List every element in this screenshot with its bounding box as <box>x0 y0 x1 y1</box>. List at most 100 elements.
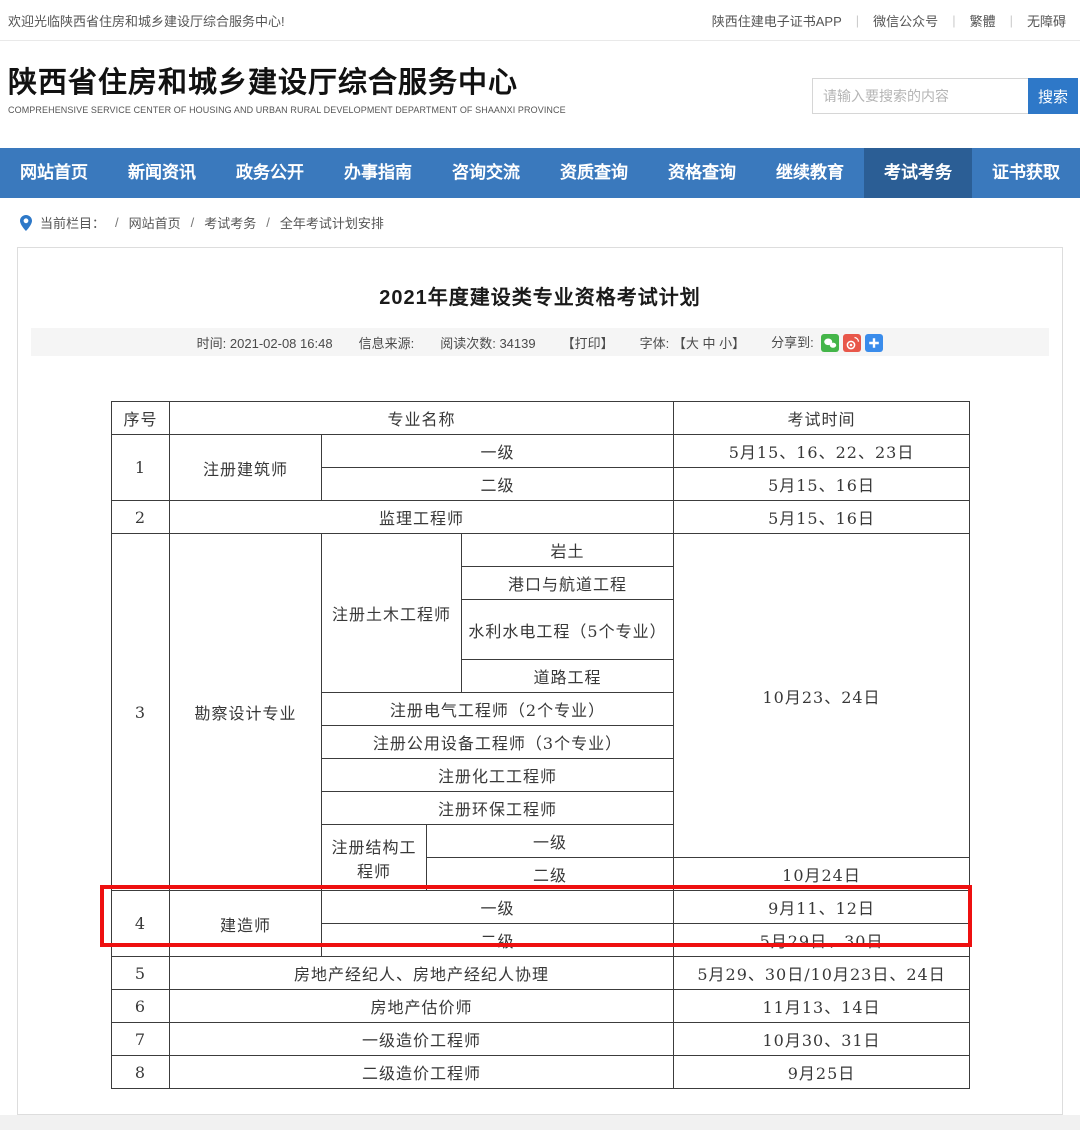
nav-item-news[interactable]: 新闻资讯 <box>108 148 216 198</box>
nav-item-home[interactable]: 网站首页 <box>0 148 108 198</box>
nav-item-service-guide[interactable]: 办事指南 <box>324 148 432 198</box>
cell-r5-no: 5 <box>112 957 170 990</box>
cell-utility-engineer: 注册公用设备工程师（3个专业） <box>322 726 674 759</box>
page-title: 2021年度建设类专业资格考试计划 <box>18 248 1062 310</box>
cell-structural-level1: 一级 <box>427 825 674 858</box>
cell-civil-sub-port: 港口与航道工程 <box>462 567 674 600</box>
content-panel: 2021年度建设类专业资格考试计划 时间: 2021-02-08 16:48 信… <box>17 247 1063 1115</box>
header-cell-major: 专业名称 <box>170 402 674 435</box>
divider: | <box>1010 13 1013 28</box>
search-box: 搜索 <box>812 78 1078 114</box>
site-title: 陕西省住房和城乡建设厅综合服务中心 <box>8 59 566 101</box>
cell-r1-no: 1 <box>112 435 170 501</box>
table-row: 3 勘察设计专业 注册土木工程师 岩土 10月23、24日 <box>112 534 970 567</box>
share-icons <box>817 334 883 352</box>
print-button[interactable]: 【打印】 <box>562 333 614 352</box>
cell-r7-name: 一级造价工程师 <box>170 1023 674 1056</box>
nav-item-consultation[interactable]: 咨询交流 <box>432 148 540 198</box>
table-row: 1 注册建筑师 一级 5月15、16、22、23日 <box>112 435 970 468</box>
nav-item-gov-affairs[interactable]: 政务公开 <box>216 148 324 198</box>
cell-r1-time1: 5月15、16、22、23日 <box>674 435 970 468</box>
cell-r4-name: 建造师 <box>170 891 322 957</box>
meta-views: 阅读次数: 34139 <box>440 333 535 352</box>
meta-source-label: 信息来源: <box>359 333 415 352</box>
cell-r5-time: 5月29、30日/10月23日、24日 <box>674 957 970 990</box>
table-row: 8 二级造价工程师 9月25日 <box>112 1056 970 1089</box>
breadcrumb-separator: / <box>266 215 270 230</box>
table-row-highlighted: 4 建造师 一级 9月11、12日 <box>112 891 970 924</box>
meta-time-value: 2021-02-08 16:48 <box>230 336 333 351</box>
wechat-icon[interactable] <box>821 334 839 352</box>
exam-schedule-table: 序号 专业名称 考试时间 1 注册建筑师 一级 5月15、16、22、23日 二… <box>111 401 970 1089</box>
share-group: 分享到: <box>771 332 883 353</box>
site-logo: 陕西省住房和城乡建设厅综合服务中心 COMPREHENSIVE SERVICE … <box>8 59 566 115</box>
cell-r2-name: 监理工程师 <box>170 501 674 534</box>
cell-civil-sub-road: 道路工程 <box>462 660 674 693</box>
weibo-icon[interactable] <box>843 334 861 352</box>
share-more-icon[interactable] <box>865 334 883 352</box>
cell-r6-no: 6 <box>112 990 170 1023</box>
cell-r3-time-main: 10月23、24日 <box>674 534 970 858</box>
nav-item-qualification-query[interactable]: 资质查询 <box>540 148 648 198</box>
search-input[interactable] <box>812 78 1028 114</box>
top-links: 陕西住建电子证书APP | 微信公众号 | 繁體 | 无障碍 <box>708 11 1070 30</box>
cell-r3-no: 3 <box>112 534 170 891</box>
font-size-switcher[interactable]: 【大 中 小】 <box>673 336 745 351</box>
share-label: 分享到: <box>771 335 814 350</box>
cell-electrical-engineer: 注册电气工程师（2个专业） <box>322 693 674 726</box>
cell-r1-name: 注册建筑师 <box>170 435 322 501</box>
cell-civil-sub-hydro: 水利水电工程（5个专业） <box>462 600 674 660</box>
meta-time: 时间: 2021-02-08 16:48 <box>197 333 333 352</box>
exam-schedule: 序号 专业名称 考试时间 1 注册建筑师 一级 5月15、16、22、23日 二… <box>111 401 969 1089</box>
breadcrumb-separator: / <box>191 215 195 230</box>
top-link-wechat-official[interactable]: 微信公众号 <box>869 11 942 30</box>
cell-r2-time: 5月15、16日 <box>674 501 970 534</box>
cell-r1-time2: 5月15、16日 <box>674 468 970 501</box>
top-bar: 欢迎光临陕西省住房和城乡建设厅综合服务中心! 陕西住建电子证书APP | 微信公… <box>0 0 1080 41</box>
top-link-traditional-chinese[interactable]: 繁體 <box>966 11 1000 30</box>
meta-time-label: 时间: <box>197 336 227 351</box>
nav-item-certificate[interactable]: 证书获取 <box>972 148 1080 198</box>
meta-views-label: 阅读次数: <box>440 336 496 351</box>
cell-r7-no: 7 <box>112 1023 170 1056</box>
header-cell-no: 序号 <box>112 402 170 435</box>
divider: | <box>856 13 859 28</box>
cell-r4-time2: 5月29日、30日 <box>674 924 970 957</box>
cell-r8-no: 8 <box>112 1056 170 1089</box>
page-footer-strip <box>0 1115 1080 1130</box>
table-row: 2 监理工程师 5月15、16日 <box>112 501 970 534</box>
cell-structural-level2: 二级 <box>427 858 674 891</box>
page: 欢迎光临陕西省住房和城乡建设厅综合服务中心! 陕西住建电子证书APP | 微信公… <box>0 0 1080 1130</box>
cell-r1-level1: 一级 <box>322 435 674 468</box>
search-button[interactable]: 搜索 <box>1028 78 1078 114</box>
breadcrumb-item-annual-plan[interactable]: 全年考试计划安排 <box>280 213 384 232</box>
cell-r4-time1: 9月11、12日 <box>674 891 970 924</box>
breadcrumb-item-exam[interactable]: 考试考务 <box>204 213 256 232</box>
breadcrumb: 当前栏目： / 网站首页 / 考试考务 / 全年考试计划安排 <box>0 198 1080 247</box>
site-subtitle: COMPREHENSIVE SERVICE CENTER OF HOUSING … <box>8 105 566 115</box>
cell-chemical-engineer: 注册化工工程师 <box>322 759 674 792</box>
cell-environmental-engineer: 注册环保工程师 <box>322 792 674 825</box>
cell-r8-time: 9月25日 <box>674 1056 970 1089</box>
site-header: 陕西省住房和城乡建设厅综合服务中心 COMPREHENSIVE SERVICE … <box>0 41 1080 148</box>
nav-item-continuing-education[interactable]: 继续教育 <box>756 148 864 198</box>
nav-item-credential-query[interactable]: 资格查询 <box>648 148 756 198</box>
table-header-row: 序号 专业名称 考试时间 <box>112 402 970 435</box>
breadcrumb-item-home[interactable]: 网站首页 <box>129 213 181 232</box>
cell-civil-engineer: 注册土木工程师 <box>322 534 462 693</box>
cell-structural-engineer: 注册结构工程师 <box>322 825 427 891</box>
nav-item-exam-affairs[interactable]: 考试考务 <box>864 148 972 198</box>
cell-r2-no: 2 <box>112 501 170 534</box>
table-row: 6 房地产估价师 11月13、14日 <box>112 990 970 1023</box>
table-row: 7 一级造价工程师 10月30、31日 <box>112 1023 970 1056</box>
table-row: 5 房地产经纪人、房地产经纪人协理 5月29、30日/10月23日、24日 <box>112 957 970 990</box>
meta-font: 字体: 【大 中 小】 <box>640 333 745 352</box>
welcome-text: 欢迎光临陕西省住房和城乡建设厅综合服务中心! <box>8 11 285 30</box>
cell-r6-time: 11月13、14日 <box>674 990 970 1023</box>
top-link-cert-app[interactable]: 陕西住建电子证书APP <box>708 11 846 30</box>
location-pin-icon <box>20 215 32 231</box>
top-link-accessibility[interactable]: 无障碍 <box>1023 11 1070 30</box>
cell-civil-sub-geotech: 岩土 <box>462 534 674 567</box>
cell-r1-level2: 二级 <box>322 468 674 501</box>
cell-r4-level2: 二级 <box>322 924 674 957</box>
